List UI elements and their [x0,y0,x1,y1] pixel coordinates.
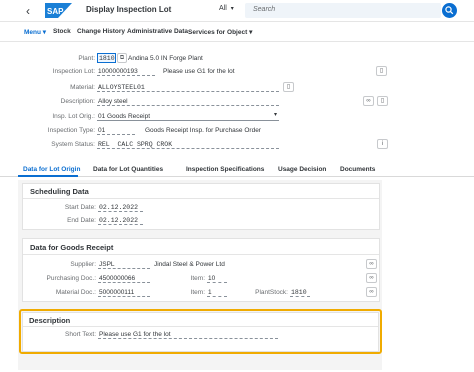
plant-stock-label: PlantStock: [255,289,288,296]
supplier-field[interactable]: JSPL [98,259,150,269]
highlight-frame [19,309,382,354]
mat-doc-item-label: Item: [190,289,205,296]
search-scope-value: All [219,5,227,12]
system-status-value: REL CALC SPRQ CROK [98,141,173,148]
description-value: Alloy steel [98,98,128,105]
menu-label: Menu [24,29,41,36]
tab-data-for-lot-quantities[interactable]: Data for Lot Quantities [93,166,163,173]
info-icon[interactable]: i [377,139,388,149]
chevron-down-icon: ▾ [249,29,253,36]
supplier-value: JSPL [99,261,115,268]
scheduling-section: Scheduling Data Start Date: 02.12.2022 E… [22,183,380,230]
administrative-data-button[interactable]: Administrative Data [127,28,188,35]
active-tab-indicator [18,175,78,177]
end-date-value: 02.12.2022 [99,217,139,224]
insp-lot-origin-value: 01 Goods Receipt [98,113,151,120]
chevron-down-icon: ▾ [230,6,234,12]
system-status-label: System Status: [51,141,95,148]
sap-logo-text: SAP [47,7,64,16]
start-date-value: 02.12.2022 [99,204,139,211]
glasses-icon[interactable]: ∞ [363,96,374,106]
divider [23,198,379,199]
material-value: ALLOYSTEEL01 [98,84,145,91]
end-date-label: End Date: [67,217,96,224]
search-icon [445,6,454,15]
search-button[interactable] [442,3,457,18]
supplier-name: Jindal Steel & Power Ltd [154,261,225,268]
start-date-field[interactable]: 02.12.2022 [98,202,143,212]
search-scope-select[interactable]: All ▾ [219,5,234,12]
mat-doc-item-field[interactable]: 1 [207,287,227,297]
back-button[interactable]: ‹ [26,4,30,18]
search-input[interactable]: Search [245,3,441,18]
po-item-value: 10 [208,275,216,282]
plant-description: Andina 5.0 IN Forge Plant [128,55,203,62]
chevron-down-icon: ▾ [273,112,277,118]
menu-button[interactable]: Menu ▾ [24,28,46,36]
plant-stock-field[interactable]: 1810 [290,287,310,297]
search-placeholder: Search [253,6,276,13]
tab-data-for-lot-origin[interactable]: Data for Lot Origin [23,166,80,173]
document-icon[interactable]: ▯ [283,82,294,92]
material-doc-value: 5000000111 [99,289,135,296]
description-label: Description: [60,98,95,105]
document-icon[interactable]: ▯ [376,66,387,76]
stock-button[interactable]: Stock [53,28,71,35]
purchasing-doc-value: 4500000066 [99,275,136,282]
plant-label: Plant: [78,55,95,62]
insp-lot-origin-label: Insp. Lot Orig.: [52,113,95,120]
inspection-lot-note: Please use G1 for the lot [163,68,235,75]
system-status-field[interactable]: REL CALC SPRQ CROK [97,139,279,149]
tab-inspection-specifications[interactable]: Inspection Specifications [186,166,264,173]
goods-receipt-title: Data for Goods Receipt [30,243,114,252]
description-field[interactable]: Alloy steel [97,96,279,106]
document-icon[interactable]: ▯ [377,96,388,106]
po-item-field[interactable]: 10 [207,273,227,283]
value-help-icon[interactable]: ⧉ [117,53,127,63]
tab-documents[interactable]: Documents [340,166,375,173]
inspection-type-label: Inspection Type: [47,127,95,134]
purchasing-doc-label: Purchasing Doc.: [46,275,97,282]
app-title: Display Inspection Lot [86,5,172,14]
inspection-lot-field[interactable]: 10000000193 [97,66,155,76]
insp-lot-origin-select[interactable]: 01 Goods Receipt ▾ [97,111,279,121]
glasses-icon[interactable]: ∞ [366,273,377,283]
start-date-label: Start Date: [64,204,96,211]
purchasing-doc-field[interactable]: 4500000066 [98,273,150,283]
toolbar: Menu ▾ Stock Change History Administrati… [0,22,474,42]
change-history-button[interactable]: Change History [77,28,125,35]
plant-stock-value: 1810 [291,289,307,296]
sap-logo: SAP [45,3,72,18]
chevron-down-icon: ▾ [42,29,47,36]
inspection-type-description: Goods Receipt Insp. for Purchase Order [145,127,261,134]
material-doc-field[interactable]: 5000000111 [98,287,150,297]
glasses-icon[interactable]: ∞ [366,287,377,297]
inspection-lot-value: 10000000193 [98,68,138,75]
material-doc-label: Material Doc.: [55,289,96,296]
goods-receipt-section: Data for Goods Receipt Supplier: JSPL Ji… [22,238,380,302]
plant-value: 1810 [99,55,115,62]
scheduling-title: Scheduling Data [30,187,89,196]
material-field[interactable]: ALLOYSTEEL01 [97,82,279,92]
divider [23,254,379,255]
supplier-label: Supplier: [70,261,96,268]
po-item-label: Item: [190,275,205,282]
tab-usage-decision[interactable]: Usage Decision [278,166,326,173]
end-date-field[interactable]: 02.12.2022 [98,215,143,225]
inspection-lot-label: Inspection Lot: [52,68,95,75]
glasses-icon[interactable]: ∞ [366,259,377,269]
plant-field[interactable]: 1810 [97,53,116,63]
inspection-type-value: 01 [98,127,106,134]
shell-bar: ‹ SAP Display Inspection Lot All ▾ Search [0,0,474,22]
services-label: Services for Object [188,29,248,36]
inspection-type-field[interactable]: 01 [97,125,135,135]
mat-doc-item-value: 1 [208,289,212,296]
services-for-object-button[interactable]: Services for Object ▾ [188,28,252,36]
material-label: Material: [70,84,95,91]
